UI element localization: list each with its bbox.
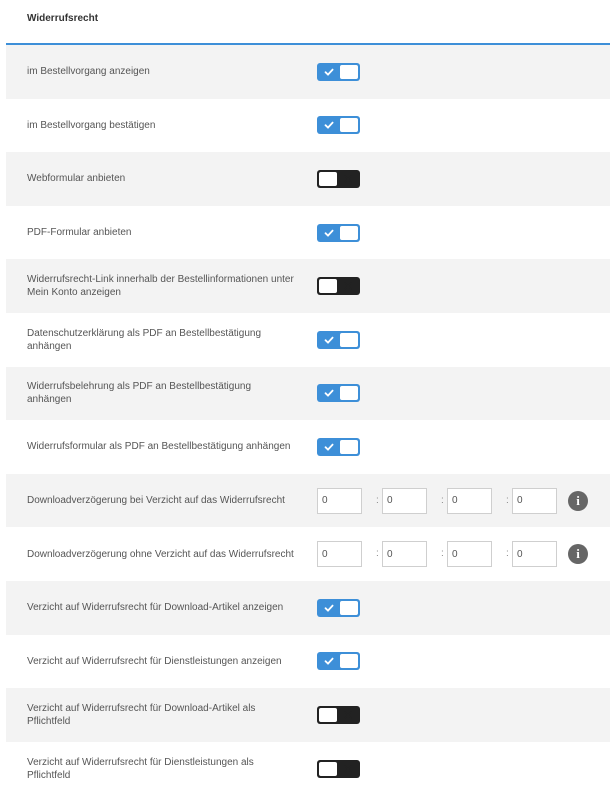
setting-label: im Bestellvorgang bestätigen [27,119,156,131]
duration-field[interactable] [317,541,362,568]
close-icon [338,277,358,295]
setting-row: Datenschutzerklärung als PDF an Bestellb… [6,312,610,367]
setting-label: Widerrufsrecht-Link innerhalb der Bestel… [27,274,294,299]
duration-field[interactable] [382,487,427,514]
check-icon [319,224,339,242]
setting-toggle[interactable] [317,277,360,296]
duration-field[interactable] [447,487,492,514]
duration-separator: : [506,548,509,560]
info-icon[interactable]: i [568,544,588,565]
setting-label: Verzicht auf Widerrufsrecht für Dienstle… [27,655,282,667]
setting-label: Datenschutzerklärung als PDF an Bestellb… [27,327,262,352]
setting-toggle[interactable] [317,116,360,135]
duration-inputs: ::: [317,541,607,568]
setting-toggle[interactable] [317,437,360,456]
setting-toggle[interactable] [317,330,360,349]
setting-row: PDF-Formular anbieten [6,205,610,260]
check-icon [319,599,339,617]
toggle-knob [340,332,358,347]
settings-panel: Widerrufsrecht im Bestellvorgang anzeige… [6,0,610,796]
setting-toggle[interactable] [317,169,360,188]
setting-label: Verzicht auf Widerrufsrecht für Dienstle… [27,756,254,781]
setting-toggle[interactable] [317,652,360,671]
setting-row: Verzicht auf Widerrufsrecht für Download… [6,688,610,742]
duration-field[interactable] [382,541,427,568]
setting-row: Verzicht auf Widerrufsrecht für Dienstle… [6,741,610,796]
setting-toggle[interactable] [317,384,360,403]
toggle-knob [340,654,358,669]
setting-label: im Bestellvorgang anzeigen [27,66,150,78]
duration-field[interactable] [512,487,557,514]
toggle-knob [319,707,337,722]
toggle-knob [319,279,337,294]
setting-label: Verzicht auf Widerrufsrecht für Download… [27,602,284,614]
toggle-knob [340,225,358,240]
duration-field[interactable] [317,487,362,514]
duration-inputs: ::: [317,487,607,514]
duration-field[interactable] [512,541,557,568]
info-icon[interactable]: i [568,490,588,511]
setting-toggle[interactable] [317,62,360,81]
setting-toggle[interactable] [317,223,360,242]
setting-row: Verzicht auf Widerrufsrecht für Download… [6,580,610,635]
check-icon [319,652,339,670]
toggle-knob [340,439,358,454]
check-icon [319,63,339,81]
close-icon [338,706,358,724]
setting-label: Webformular anbieten [27,173,126,185]
check-icon [319,384,339,402]
setting-label: Downloadverzögerung bei Verzicht auf das… [27,495,285,507]
setting-toggle[interactable] [317,759,360,778]
setting-row: Widerrufsrecht-Link innerhalb der Bestel… [6,259,610,313]
duration-field[interactable] [447,541,492,568]
duration-separator: : [441,548,444,560]
toggle-knob [340,118,358,133]
settings-list: im Bestellvorgang anzeigen im Bestellvorg… [6,45,610,796]
close-icon [338,760,358,778]
setting-row: Downloadverzögerung bei Verzicht auf das… [6,473,610,528]
setting-row: Widerrufsbelehrung als PDF an Bestellbes… [6,366,610,421]
duration-separator: : [506,494,509,506]
setting-toggle[interactable] [317,598,360,617]
duration-separator: : [441,494,444,506]
duration-separator: : [376,494,379,506]
setting-row: Downloadverzögerung ohne Verzicht auf da… [6,527,610,581]
setting-row: im Bestellvorgang anzeigen [6,45,610,99]
toggle-knob [340,386,358,401]
check-icon [319,116,339,134]
setting-label: Verzicht auf Widerrufsrecht für Download… [27,702,256,727]
setting-row: Webformular anbieten [6,152,610,206]
check-icon [319,438,339,456]
setting-row: Widerrufsformular als PDF an Bestellbest… [6,420,610,474]
setting-row: Verzicht auf Widerrufsrecht für Dienstle… [6,634,610,689]
check-icon [319,331,339,349]
close-icon [338,170,358,188]
setting-label: Downloadverzögerung ohne Verzicht auf da… [27,548,294,560]
toggle-knob [319,171,337,186]
toggle-knob [340,64,358,79]
section-title: Widerrufsrecht [6,0,610,45]
toggle-knob [319,761,337,776]
setting-label: Widerrufsbelehrung als PDF an Bestellbes… [27,381,252,406]
setting-toggle[interactable] [317,705,360,724]
toggle-knob [340,600,358,615]
setting-row: im Bestellvorgang bestätigen [6,98,610,153]
duration-separator: : [376,548,379,560]
setting-label: PDF-Formular anbieten [27,227,132,239]
setting-label: Widerrufsformular als PDF an Bestellbest… [27,441,291,453]
